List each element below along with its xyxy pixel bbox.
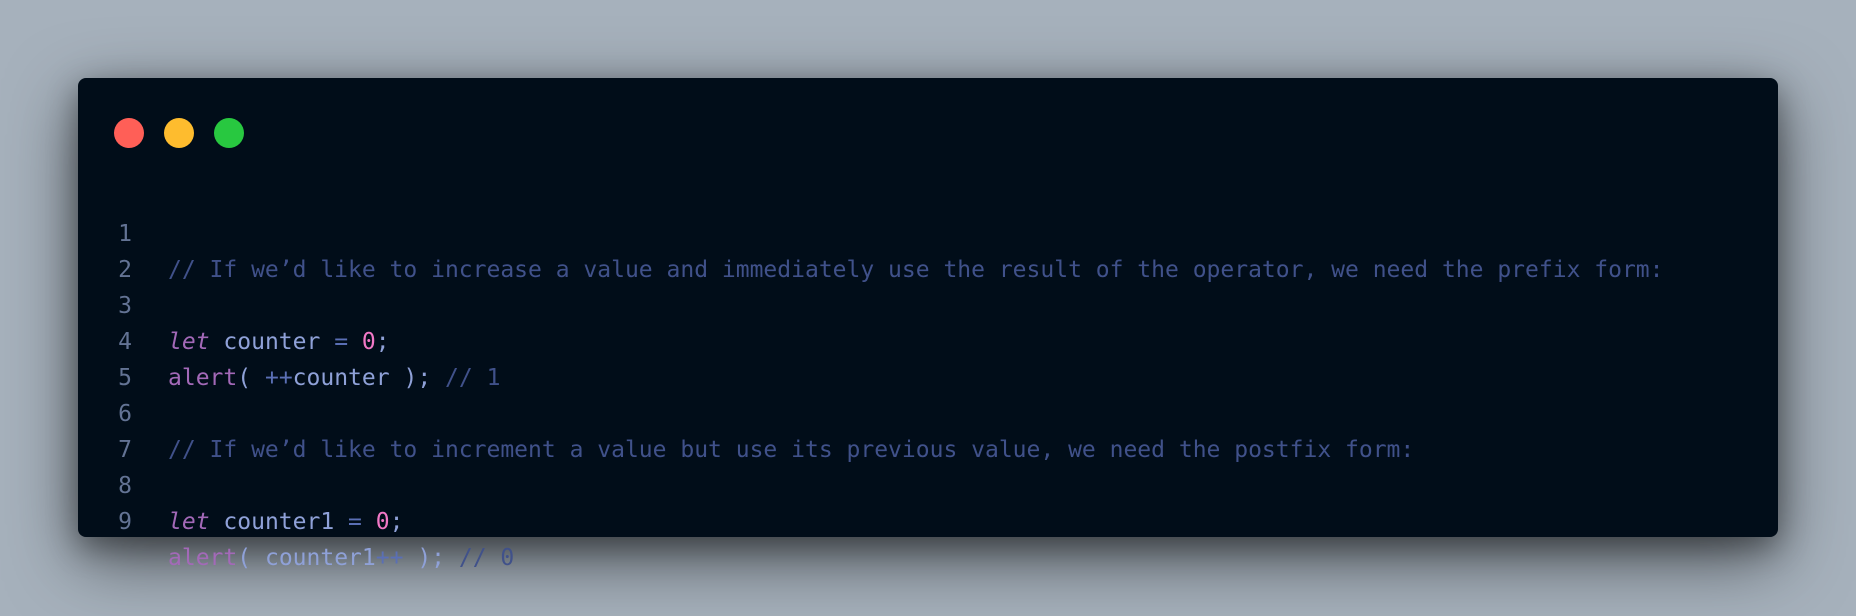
- operator-token: ++: [375, 545, 404, 571]
- paren-token: (: [237, 545, 252, 571]
- code-line: 9 alert( counter1++ ); // 0: [78, 468, 1778, 571]
- paren-token: ): [417, 545, 432, 571]
- code-line: 2: [78, 216, 1778, 283]
- number-token: 0: [375, 509, 390, 535]
- code-comment: // 0: [458, 545, 515, 571]
- identifier-token: counter1: [264, 545, 376, 571]
- code-line: 1 // If we’d like to increase a value an…: [78, 180, 1778, 283]
- operator-token: =: [348, 509, 362, 535]
- function-token: alert: [168, 545, 238, 571]
- line-content: alert( counter1++ ); // 0: [168, 540, 514, 576]
- code-line: 5: [78, 324, 1778, 391]
- code-line: 7: [78, 396, 1778, 463]
- punctuation-token: ;: [389, 509, 404, 535]
- code-line: 3 let counter = 0;: [78, 252, 1778, 355]
- minimize-button[interactable]: [164, 118, 194, 148]
- maximize-button[interactable]: [214, 118, 244, 148]
- window-controls: [114, 118, 244, 148]
- code-block: 1 // If we’d like to increase a value an…: [78, 180, 1778, 571]
- code-window: 1 // If we’d like to increase a value an…: [78, 78, 1778, 571]
- identifier-token: counter1: [223, 509, 335, 535]
- punctuation-token: ;: [431, 545, 446, 571]
- close-button[interactable]: [114, 118, 144, 148]
- code-line: 4 alert( ++counter ); // 1: [78, 288, 1778, 391]
- code-line: 8 let counter1 = 0;: [78, 432, 1778, 535]
- keyword-token: let: [168, 509, 210, 535]
- line-content: let counter1 = 0;: [168, 504, 403, 540]
- code-line: 6 // If we’d like to increment a value b…: [78, 360, 1778, 463]
- line-number: 9: [118, 509, 132, 535]
